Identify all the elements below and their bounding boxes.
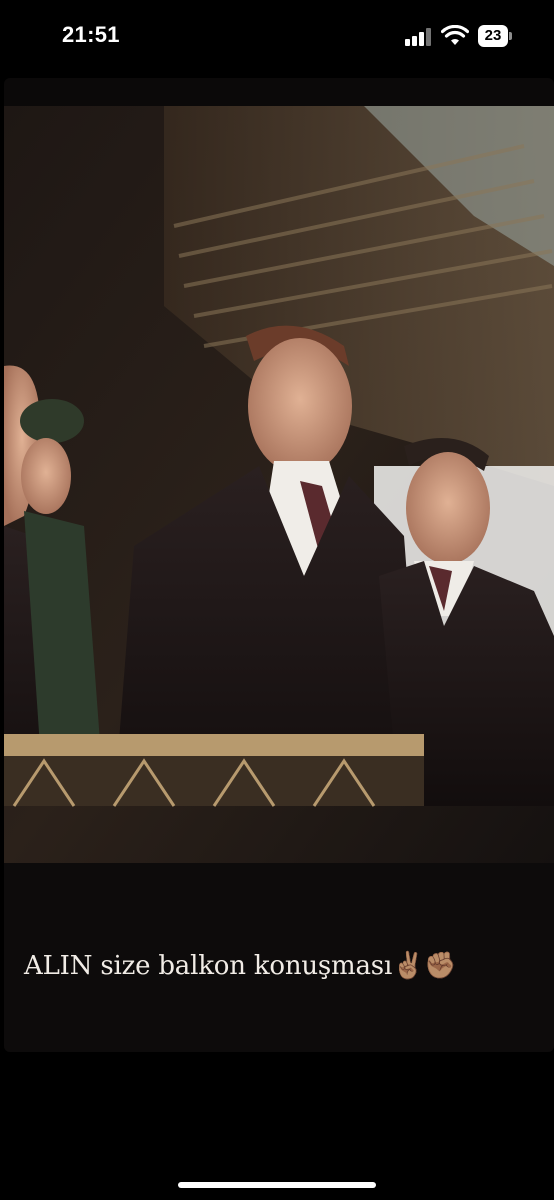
status-bar: 21:51 23 — [0, 0, 554, 76]
story-caption: ALIN size balkon konuşması✌🏽✊🏽 — [24, 951, 457, 981]
story-card[interactable]: ALIN size balkon konuşması✌🏽✊🏽 — [4, 78, 554, 1052]
caption-area: ALIN size balkon konuşması✌🏽✊🏽 — [4, 863, 554, 1052]
story-photo — [4, 106, 554, 863]
cellular-signal-icon — [405, 28, 433, 46]
wifi-icon — [441, 25, 469, 45]
status-time: 21:51 — [62, 22, 120, 47]
battery-level: 23 — [478, 25, 508, 47]
home-indicator[interactable] — [178, 1182, 376, 1188]
battery-icon: 23 — [478, 25, 512, 47]
